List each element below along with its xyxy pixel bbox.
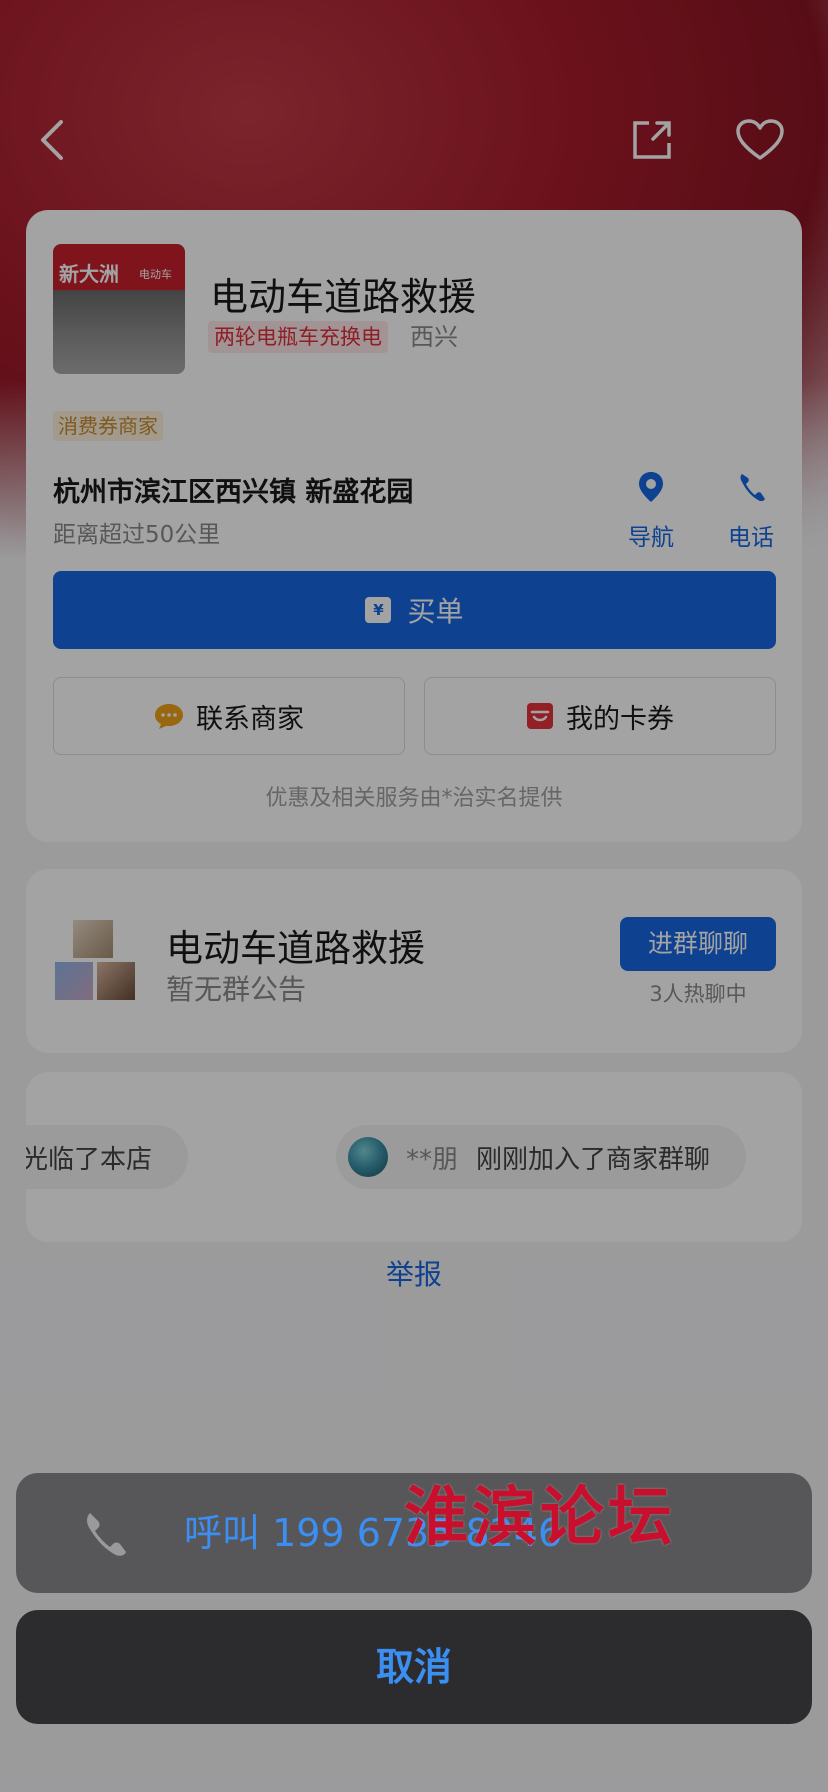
cancel-label: 取消 — [375, 1645, 452, 1689]
cancel-button[interactable]: 取消 — [16, 1610, 812, 1724]
watermark: 淮滨论坛 — [404, 1480, 676, 1555]
phone-icon — [87, 1513, 126, 1556]
